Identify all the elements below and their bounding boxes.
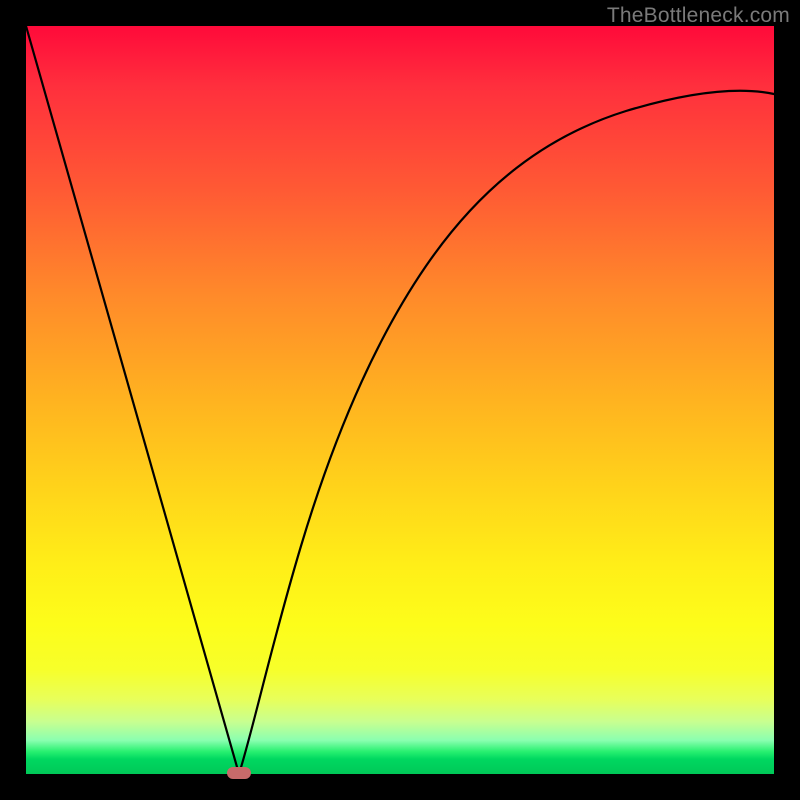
curve-path [26, 26, 774, 774]
chart-plot-area [26, 26, 774, 774]
watermark-text: TheBottleneck.com [607, 4, 790, 28]
optimal-point-marker [227, 767, 251, 779]
chart-frame: TheBottleneck.com [0, 0, 800, 800]
bottleneck-curve [26, 26, 774, 774]
